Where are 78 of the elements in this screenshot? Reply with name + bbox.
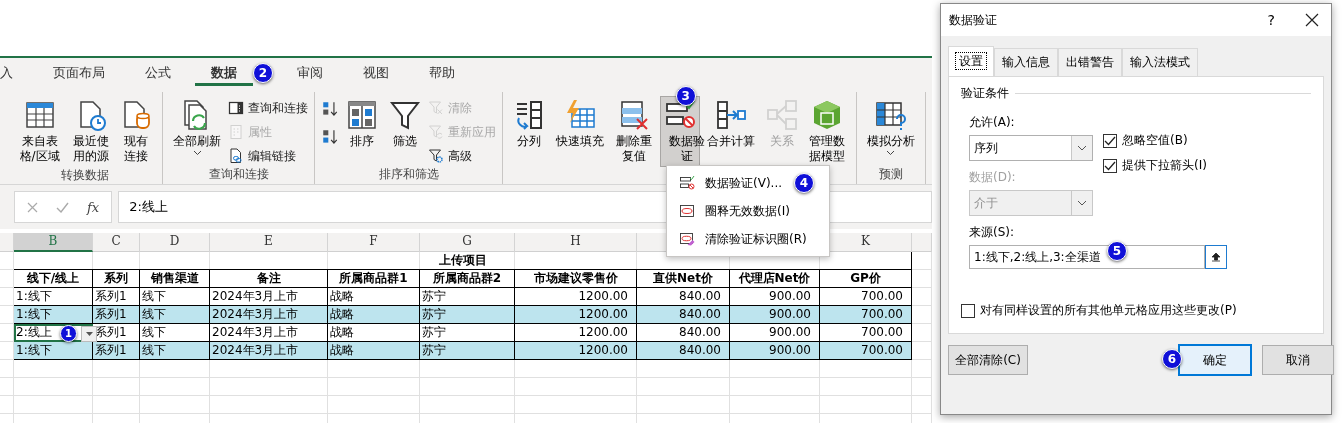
ribbon-button[interactable]: 管理数据模型 bbox=[804, 96, 850, 167]
table-cell: 700.00 bbox=[820, 342, 912, 360]
step-badge: 5 bbox=[1107, 241, 1127, 261]
column-heading: GP价 bbox=[820, 270, 912, 288]
table-cell: 系列1 bbox=[93, 306, 140, 324]
dialog-tab[interactable]: 输入信息 bbox=[994, 48, 1058, 76]
table-cell: 1200.00 bbox=[515, 342, 637, 360]
menu-item[interactable]: 圈释无效数据(I) bbox=[667, 197, 829, 225]
checkbox-label: 提供下拉箭头(I) bbox=[1122, 157, 1207, 174]
column-heading: 系列 bbox=[93, 270, 140, 288]
column-heading: 销售渠道 bbox=[140, 270, 210, 288]
table-cell: 1:线下 bbox=[14, 306, 93, 324]
table-cell: 线下 bbox=[140, 306, 210, 324]
dialog-tab[interactable]: 出错警告 bbox=[1058, 48, 1122, 76]
ribbon-tab[interactable]: 帮助 bbox=[413, 60, 471, 86]
checkbox-label: 对有同样设置的所有其他单元格应用这些更改(P) bbox=[980, 302, 1237, 319]
dialog-tab[interactable]: 设置 bbox=[948, 46, 994, 76]
table-cell: 线下 bbox=[140, 342, 210, 360]
ribbon-button[interactable]: 编辑链接 bbox=[228, 146, 309, 166]
field-label: 来源(S): bbox=[968, 224, 1016, 241]
dialog-title: 数据验证 bbox=[949, 11, 998, 29]
help-button[interactable]: ? bbox=[1267, 12, 1275, 28]
ribbon-button[interactable]: 排序 bbox=[342, 96, 383, 166]
group-label: 预测 bbox=[877, 166, 904, 183]
group-label: 转换数据 bbox=[60, 167, 111, 184]
table-cell: 900.00 bbox=[730, 342, 820, 360]
table-cell: 系列1 bbox=[93, 342, 140, 360]
ribbon-tab[interactable]: 审阅 bbox=[281, 60, 339, 86]
column-heading: 线下/线上 bbox=[14, 270, 93, 288]
ribbon-button[interactable]: 现有连接 bbox=[116, 96, 157, 167]
ribbon-tab[interactable]: 视图 bbox=[347, 60, 405, 86]
checkbox-label: 忽略空值(B) bbox=[1122, 132, 1188, 149]
field-label: 数据(D): bbox=[969, 169, 1017, 186]
ribbon-button[interactable]: 分列 bbox=[509, 96, 550, 166]
ribbon-button[interactable]: 删除重复值 bbox=[611, 96, 657, 167]
insert-function-button[interactable]: fx bbox=[87, 199, 100, 215]
table-cell: 战略 bbox=[328, 342, 420, 360]
dialog-button[interactable]: 取消 bbox=[1262, 345, 1334, 375]
table-cell: 840.00 bbox=[637, 342, 730, 360]
column-heading: 所属商品群2 bbox=[420, 270, 515, 288]
table-cell: 2024年3月上市 bbox=[210, 306, 328, 324]
ribbon-button[interactable]: 查询和连接 bbox=[228, 98, 309, 118]
section-title: 验证条件 bbox=[961, 85, 1009, 102]
column-heading: 市场建议零售价 bbox=[515, 270, 637, 288]
field-label: 允许(A): bbox=[969, 114, 1016, 131]
table-cell: 2024年3月上市 bbox=[210, 342, 328, 360]
column-heading: 直供Net价 bbox=[637, 270, 730, 288]
table-cell: 战略 bbox=[328, 306, 420, 324]
group-label: 排序和筛选 bbox=[377, 166, 440, 183]
column-header[interactable]: B bbox=[14, 233, 93, 252]
dialog-button[interactable]: 确定 bbox=[1178, 344, 1252, 376]
column-heading: 备注 bbox=[210, 270, 328, 288]
allow-select[interactable]: 序列 bbox=[969, 135, 1093, 161]
table-cell: 苏宁 bbox=[420, 306, 515, 324]
column-heading: 所属商品群1 bbox=[328, 270, 420, 288]
step-badge: 4 bbox=[794, 173, 814, 193]
step-badge: 2 bbox=[253, 63, 273, 83]
ribbon-button[interactable]: 模拟分析 bbox=[862, 96, 919, 166]
table-cell: 900.00 bbox=[730, 306, 820, 324]
ribbon-button[interactable]: 快速填充 bbox=[552, 96, 609, 166]
ribbon-button[interactable]: 最近使用的源 bbox=[68, 96, 114, 167]
ribbon-tab[interactable]: 页面布局 bbox=[37, 60, 121, 86]
group-label: 查询和连接 bbox=[207, 166, 270, 183]
ribbon-button[interactable]: 全部刷新 bbox=[169, 96, 226, 166]
step-badge: 6 bbox=[1162, 349, 1182, 369]
ribbon-button[interactable]: 高级 bbox=[428, 146, 497, 166]
dialog-tab[interactable]: 输入法模式 bbox=[1122, 48, 1198, 76]
table-cell: 700.00 bbox=[820, 306, 912, 324]
table-cell: 1:线下 bbox=[14, 342, 93, 360]
ribbon-button[interactable]: 筛选 bbox=[385, 96, 426, 166]
table-cell: 1200.00 bbox=[515, 306, 637, 324]
table-cell: 840.00 bbox=[637, 306, 730, 324]
column-heading: 代理店Net价 bbox=[730, 270, 820, 288]
ribbon-tab[interactable]: 入 bbox=[0, 60, 29, 86]
dialog-button[interactable]: 全部清除(C) bbox=[948, 345, 1028, 375]
ribbon-button[interactable]: 来自表格/区域 bbox=[14, 96, 66, 167]
table-cell: 苏宁 bbox=[420, 342, 515, 360]
ribbon-tab[interactable]: 公式 bbox=[129, 60, 187, 86]
